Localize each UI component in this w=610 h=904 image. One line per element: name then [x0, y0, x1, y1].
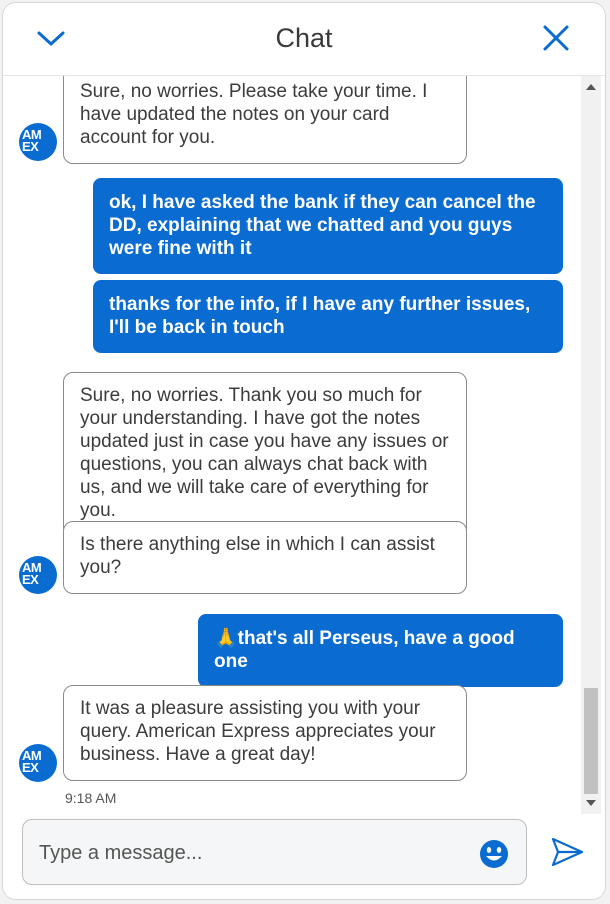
amex-avatar: AM EX [19, 123, 57, 161]
message-input[interactable] [37, 836, 461, 870]
amex-avatar: AM EX [19, 744, 57, 782]
pray-emoji-icon: 🙏 [214, 628, 238, 649]
agent-message: Sure, no worries. Please take your time.… [63, 76, 467, 164]
avatar-text: AM EX [22, 560, 42, 587]
amex-avatar: AM EX [19, 556, 57, 594]
agent-message: Sure, no worries. Thank you so much for … [63, 372, 467, 537]
message-input-box[interactable] [22, 819, 527, 885]
user-message: thanks for the info, if I have any furth… [93, 280, 563, 353]
close-icon[interactable] [539, 21, 573, 55]
send-icon[interactable] [549, 835, 585, 869]
message-list[interactable]: Sure, no worries. Please take your time.… [3, 76, 605, 816]
scroll-up-arrow-icon[interactable] [586, 84, 596, 90]
chat-header: Chat [3, 3, 605, 76]
scrollbar-thumb[interactable] [584, 688, 598, 794]
avatar-text: AM EX [22, 127, 42, 154]
chat-panel: Chat Sure, no worries. Please take your … [2, 2, 606, 900]
user-message: ok, I have asked the bank if they can ca… [93, 178, 563, 274]
message-timestamp: 9:18 AM [65, 790, 117, 806]
chat-title: Chat [275, 23, 333, 53]
smiley-icon[interactable] [478, 838, 510, 870]
message-composer [3, 816, 605, 899]
agent-message: Is there anything else in which I can as… [63, 521, 467, 594]
user-message-text: that's all Perseus, have a good one [214, 628, 515, 672]
user-message: 🙏that's all Perseus, have a good one [198, 614, 563, 687]
scrollbar[interactable] [581, 76, 601, 814]
scroll-down-arrow-icon[interactable] [586, 800, 596, 806]
agent-message: It was a pleasure assisting you with you… [63, 685, 467, 781]
avatar-text: AM EX [22, 748, 42, 775]
